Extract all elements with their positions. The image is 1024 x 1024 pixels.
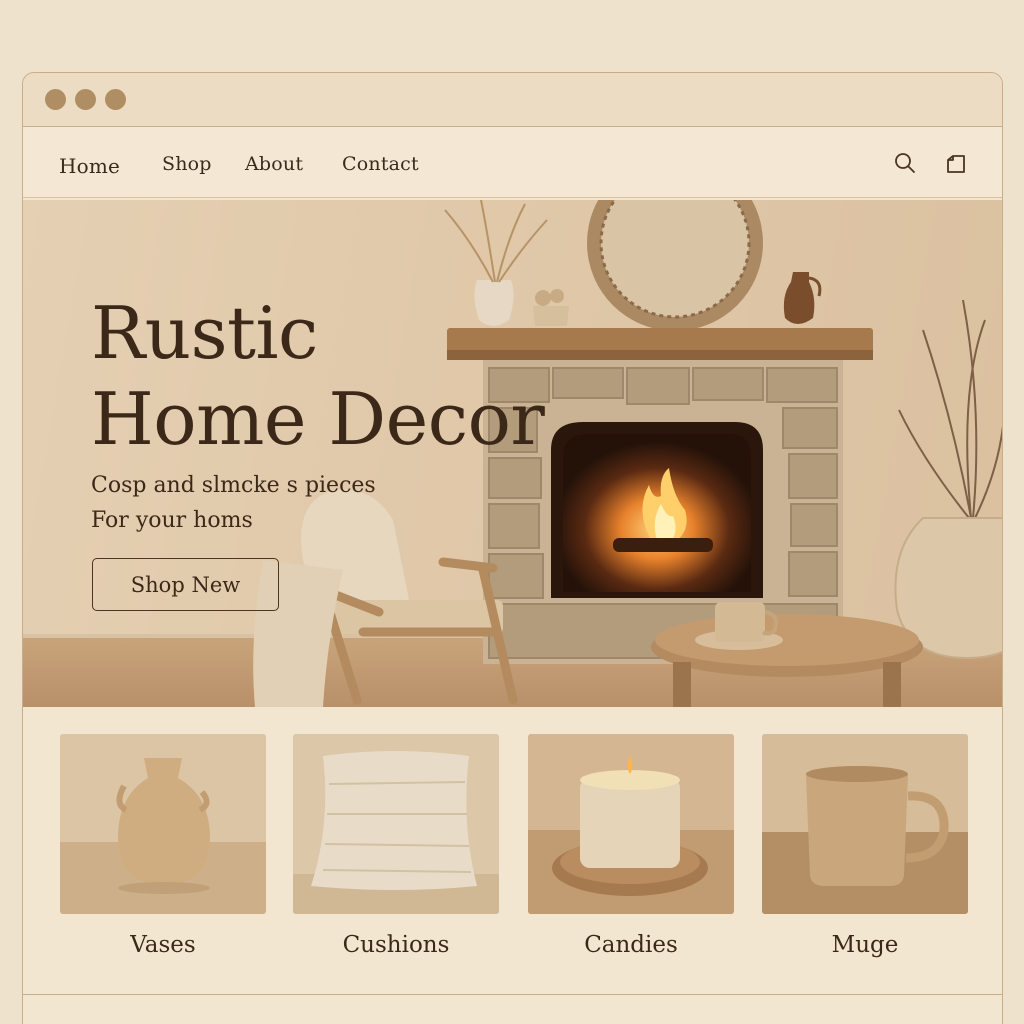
category-label: Vases xyxy=(130,932,196,958)
category-label: Cushions xyxy=(342,932,450,958)
hero-title-line-2: Home Decor xyxy=(91,377,545,461)
category-card-cushions[interactable]: Cushions xyxy=(293,734,499,958)
window-control-close[interactable] xyxy=(45,89,66,110)
hero-banner: Rustic Home Decor Cosp and slmcke s piec… xyxy=(23,200,1002,707)
category-label: Candies xyxy=(584,932,678,958)
vase-image xyxy=(60,734,266,914)
hero-subtitle: Cosp and slmcke s pieces For your homs xyxy=(91,468,376,538)
hero-title: Rustic Home Decor xyxy=(91,290,545,462)
cushion-image xyxy=(293,734,499,914)
window-control-maximize[interactable] xyxy=(105,89,126,110)
window-titlebar xyxy=(23,73,1002,127)
category-label: Muge xyxy=(831,932,899,958)
hero-subtitle-line-2: For your homs xyxy=(91,508,253,533)
shop-new-button[interactable]: Shop New xyxy=(92,558,279,611)
category-card-vases[interactable]: Vases xyxy=(60,734,266,958)
category-card-candles[interactable]: Candies xyxy=(528,734,734,958)
shopping-bag-icon[interactable] xyxy=(944,151,968,175)
nav-link-about[interactable]: About xyxy=(245,153,303,175)
site-navbar: Home Shop About Contact xyxy=(23,127,1002,198)
mug-image xyxy=(762,734,968,914)
hero-title-line-1: Rustic xyxy=(91,291,318,375)
nav-link-shop[interactable]: Shop xyxy=(162,153,212,175)
category-card-mugs[interactable]: Muge xyxy=(762,734,968,958)
nav-link-home[interactable]: Home xyxy=(59,154,120,178)
hero-subtitle-line-1: Cosp and slmcke s pieces xyxy=(91,473,376,498)
window-control-minimize[interactable] xyxy=(75,89,96,110)
nav-link-contact[interactable]: Contact xyxy=(342,153,419,175)
candle-image xyxy=(528,734,734,914)
product-category-grid: Vases Cushions Candies Muge xyxy=(23,707,1002,995)
browser-window: Home Shop About Contact Rustic Home Deco… xyxy=(22,72,1003,1024)
search-icon[interactable] xyxy=(893,151,917,175)
